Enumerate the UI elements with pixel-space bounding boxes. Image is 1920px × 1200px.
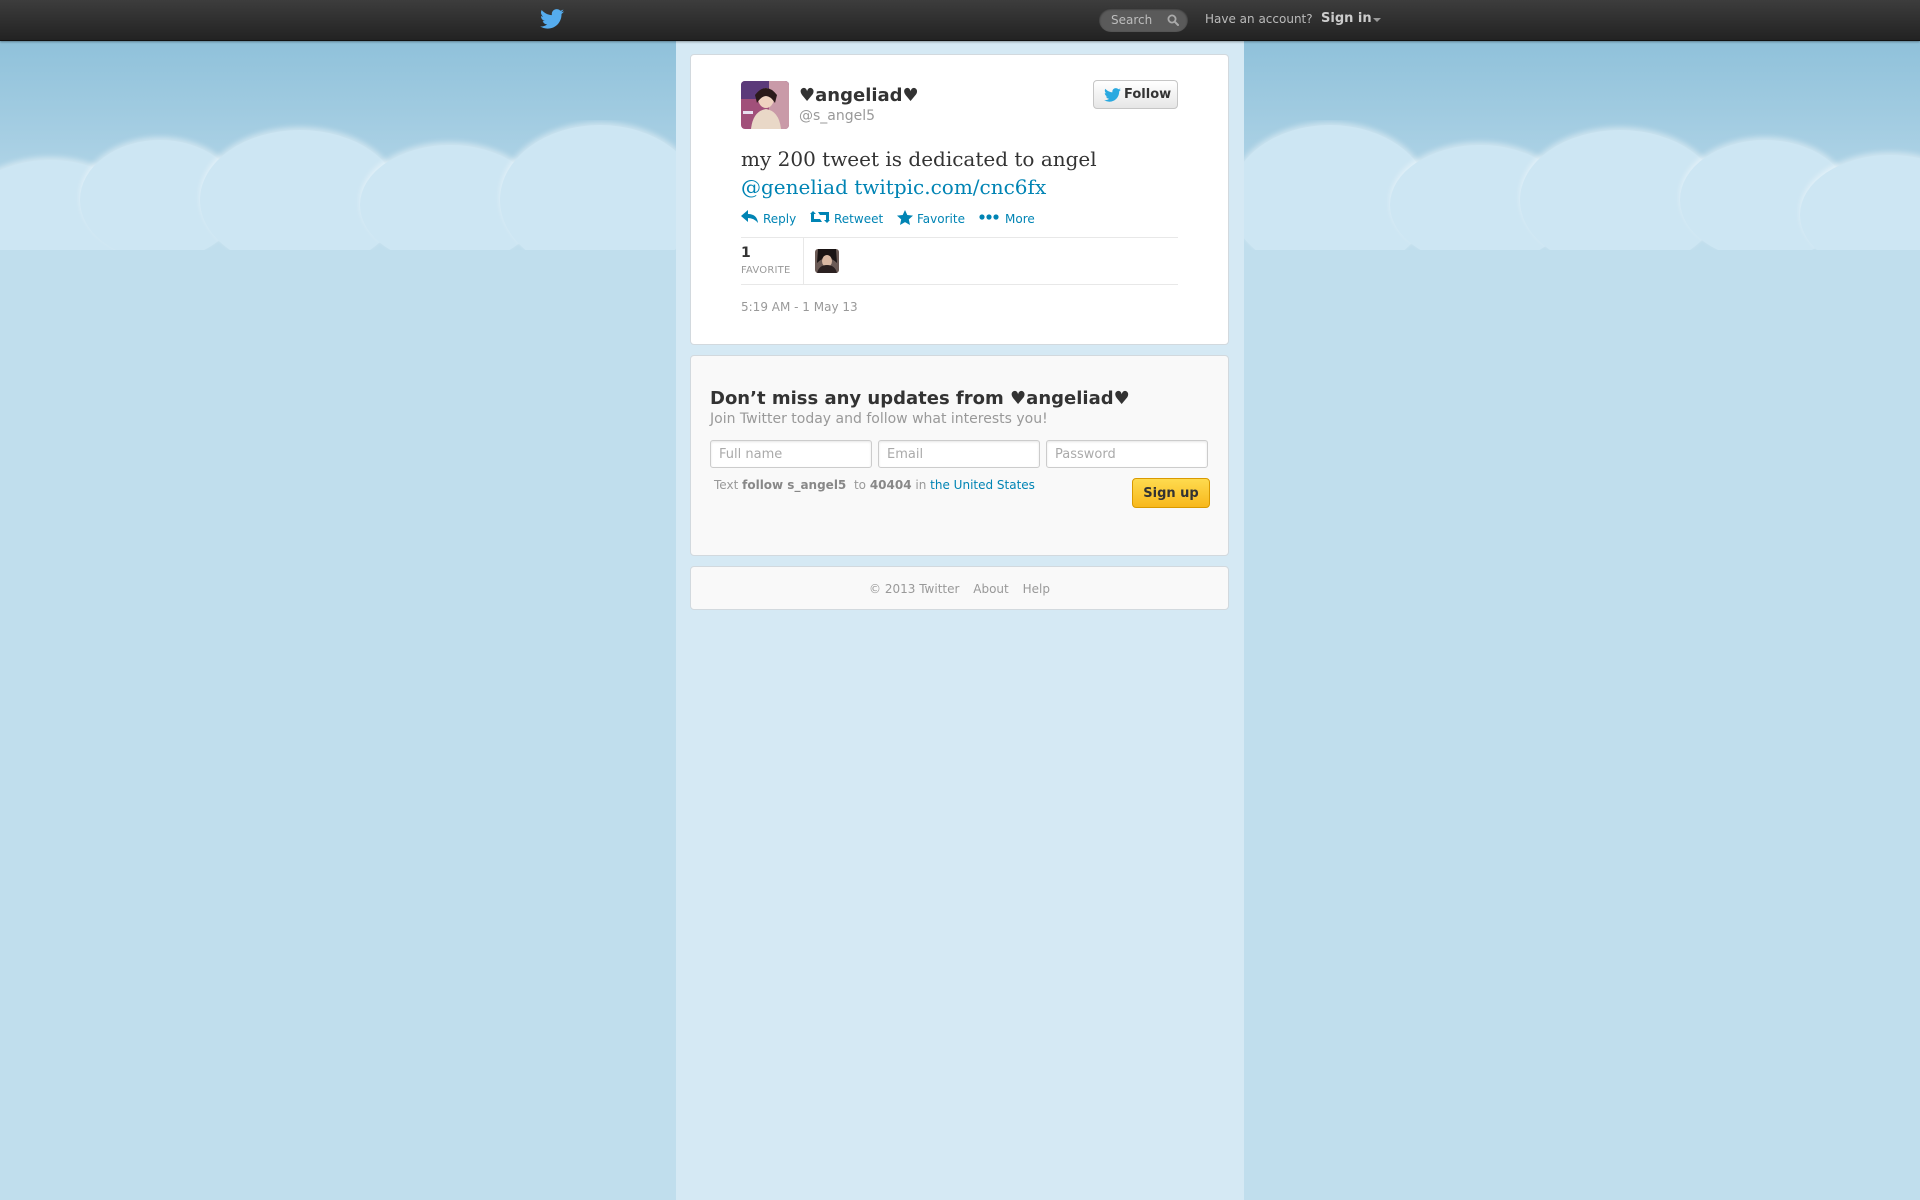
- tweet-body: my 200 tweet is dedicated to angel: [741, 147, 1097, 171]
- favorite-action[interactable]: Favorite: [897, 209, 977, 227]
- country-link[interactable]: the United States: [930, 478, 1035, 492]
- footer-card: © 2013 Twitter About Help: [690, 566, 1229, 610]
- have-account-text: Have an account?: [1205, 12, 1313, 26]
- twitter-bird-icon[interactable]: [540, 9, 564, 29]
- divider: [741, 237, 1178, 238]
- star-icon: [897, 210, 913, 225]
- search-icon[interactable]: [1167, 14, 1179, 26]
- signup-subtitle: Join Twitter today and follow what inter…: [710, 411, 1048, 427]
- follow-button[interactable]: Follow: [1093, 80, 1178, 109]
- display-name[interactable]: ♥angeliad♥: [799, 85, 919, 106]
- reply-icon: [741, 210, 758, 223]
- favoriter-avatar[interactable]: [815, 249, 839, 273]
- sign-up-button[interactable]: Sign up: [1132, 478, 1210, 508]
- tweet-timestamp[interactable]: 5:19 AM - 1 May 13: [741, 300, 858, 314]
- about-link[interactable]: About: [973, 582, 1008, 596]
- footer-links: © 2013 Twitter About Help: [691, 582, 1228, 596]
- follow-button-label: Follow: [1124, 87, 1172, 102]
- more-action[interactable]: More: [979, 209, 1039, 227]
- top-bar: Have an account? Sign in: [0, 0, 1920, 41]
- search-input[interactable]: [1099, 8, 1171, 32]
- reply-action[interactable]: Reply: [741, 209, 801, 227]
- copyright-text: © 2013 Twitter: [869, 582, 960, 596]
- twitpic-link[interactable]: twitpic.com/cnc6fx: [854, 175, 1046, 199]
- screen-name[interactable]: @s_angel5: [799, 108, 875, 124]
- retweet-icon: [810, 211, 830, 223]
- twitter-bird-icon: [1104, 88, 1121, 102]
- signup-title: Don’t miss any updates from ♥angeliad♥: [710, 388, 1130, 409]
- more-dots-icon: [979, 214, 999, 220]
- tweet-card: ♥angeliad♥ @s_angel5 Follow my 200 tweet…: [690, 54, 1229, 345]
- divider: [741, 284, 1178, 285]
- sign-in-link[interactable]: Sign in: [1321, 11, 1372, 26]
- favorite-label[interactable]: FAVORITE: [741, 265, 791, 276]
- password-field[interactable]: [1046, 440, 1208, 468]
- email-field[interactable]: [878, 440, 1040, 468]
- full-name-field[interactable]: [710, 440, 872, 468]
- retweet-action[interactable]: Retweet: [810, 209, 890, 227]
- mention-link[interactable]: @geneliad: [741, 175, 848, 199]
- stat-divider: [803, 238, 804, 284]
- favorite-count[interactable]: 1: [741, 245, 751, 261]
- sms-follow-text: Text follow s_angel5 to 40404 in the Uni…: [714, 478, 1035, 492]
- avatar[interactable]: [741, 81, 789, 129]
- tweet-text: my 200 tweet is dedicated to angel @gene…: [741, 145, 1161, 201]
- help-link[interactable]: Help: [1023, 582, 1050, 596]
- search-box: [1099, 8, 1188, 32]
- signup-card: Don’t miss any updates from ♥angeliad♥ J…: [690, 355, 1229, 556]
- caret-down-icon[interactable]: [1373, 18, 1381, 22]
